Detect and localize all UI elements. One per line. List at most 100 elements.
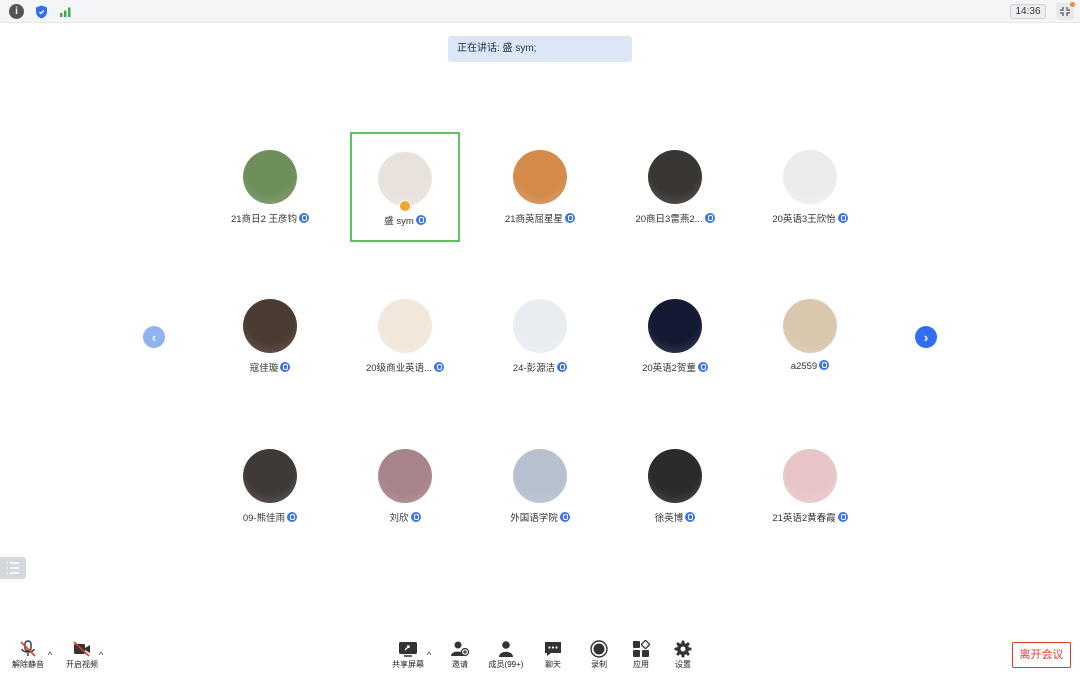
avatar [513,299,567,353]
participant-name-text: 21商英屈星星 [504,214,564,225]
participant-tile[interactable]: 20级商业英语... [350,281,460,391]
mic-status-icon [299,213,309,223]
participant-tile[interactable]: 21商英屈星星 [485,132,595,242]
participant-tile[interactable]: a2559 [755,281,865,391]
participant-name: 寇佳璇 [195,360,345,374]
participant-name: 21商日2 王彦钧 [195,211,345,225]
list-toggle-button[interactable] [0,557,26,579]
participant-tile[interactable]: 寇佳璇 [215,281,325,391]
avatar [513,449,567,503]
participant-tile[interactable]: 21英语2黄春霞 [755,431,865,541]
participant-name-text: 21英语2黄春霞 [772,513,836,524]
avatar [243,150,297,204]
mic-status-icon [819,360,830,370]
avatar [648,299,702,353]
participant-name: a2559 [735,360,885,372]
settings-button[interactable]: 设置 [659,640,707,670]
participant-tile[interactable]: 20英语3王欣怡 [755,132,865,242]
mic-status-icon [415,215,426,225]
notification-dot [1070,2,1075,7]
participant-tile[interactable]: 20商日3雷燕2... [620,132,730,242]
participant-name-text: 外国语学院 [510,513,558,524]
participant-name: 20英语2贺童 [600,360,750,374]
apps-icon [633,640,650,657]
shield-icon[interactable] [34,4,49,19]
participant-tile[interactable]: 09-熊佳雨 [215,431,325,541]
participant-name: 刘欣 [330,510,480,524]
video-off-icon [73,641,90,657]
participant-name-text: 20商日3雷燕2... [635,214,703,225]
gear-icon [674,640,692,658]
mic-status-icon [280,362,291,372]
list-icon [7,562,19,574]
participant-name-text: a2559 [790,361,818,372]
participant-name-text: 09-熊佳雨 [242,513,286,524]
mic-status-icon [559,512,570,522]
next-page-button[interactable]: › [915,326,937,348]
mic-status-icon [565,213,576,223]
avatar [243,449,297,503]
participant-name-text: 刘欣 [389,513,409,524]
muted-mic-icon [20,640,36,657]
prev-page-button[interactable]: ‹ [143,326,165,348]
participant-name-text: 20英语2贺童 [642,363,696,374]
participant-tile[interactable]: 24-彭源洁 [485,281,595,391]
participant-tile[interactable]: 外国语学院 [485,431,595,541]
speaking-banner: 正在讲话: 盛 sym; [448,36,632,62]
avatar [783,150,837,204]
participant-tile[interactable]: 21商日2 王彦钧 [215,132,325,242]
participant-name: 20商日3雷燕2... [600,211,750,225]
start-video-label: 开启视频 [66,660,98,669]
participant-name: 20级商业英语... [330,360,480,374]
participant-tile[interactable]: 徐英博 [620,431,730,541]
participant-tile[interactable]: 20英语2贺童 [620,281,730,391]
mic-status-icon [287,512,298,522]
participant-name: 盛 sym [332,213,478,227]
participant-name: 21英语2黄春霞 [735,510,885,524]
participant-name-text: 20级商业英语... [366,363,432,374]
participant-name-text: 寇佳璇 [249,363,279,374]
mic-status-icon [410,512,421,522]
avatar [648,150,702,204]
participant-name-text: 徐英博 [654,513,684,524]
participant-name: 徐英博 [600,510,750,524]
participant-name-text: 20英语3王欣怡 [772,214,836,225]
mic-status-icon [697,362,708,372]
participant-tile[interactable]: 盛 sym [350,132,460,242]
avatar [783,299,837,353]
participant-name: 20英语3王欣怡 [735,211,885,225]
mic-status-icon [704,213,715,223]
unmute-button[interactable]: 解除静音 [4,640,52,670]
record-icon [590,640,608,658]
avatar [378,299,432,353]
participant-name-text: 24-彭源洁 [512,363,556,374]
participant-name-text: 21商日2 王彦钧 [231,214,297,225]
members-icon [499,641,513,657]
participant-name: 24-彭源洁 [465,360,615,374]
mic-status-icon [685,512,696,522]
top-bar: i 14:36 [0,0,1080,23]
signal-icon[interactable] [58,4,73,19]
clock: 14:36 [1010,4,1046,19]
share-screen-icon [399,642,417,657]
participant-tile[interactable]: 刘欣 [350,431,460,541]
participant-name-text: 盛 sym [384,216,414,227]
fullscreen-exit-icon[interactable] [1056,2,1075,20]
info-icon[interactable]: i [9,4,24,19]
avatar [783,449,837,503]
avatar [378,152,432,206]
chat-icon [545,642,561,656]
video-options-chevron-icon[interactable]: ^ [99,650,103,660]
add-user-icon [451,641,470,657]
participant-name: 外国语学院 [465,510,615,524]
participant-name: 09-熊佳雨 [195,510,345,524]
mic-status-icon [557,362,568,372]
avatar [243,299,297,353]
mic-status-icon [837,213,848,223]
mic-status-icon [434,362,444,372]
mic-status-icon [837,512,848,522]
leave-meeting-button[interactable]: 离开会议 [1012,642,1071,668]
host-badge-icon [399,200,411,212]
participant-name: 21商英屈星星 [465,211,615,225]
share-screen-button[interactable]: 共享屏幕 [384,640,432,670]
